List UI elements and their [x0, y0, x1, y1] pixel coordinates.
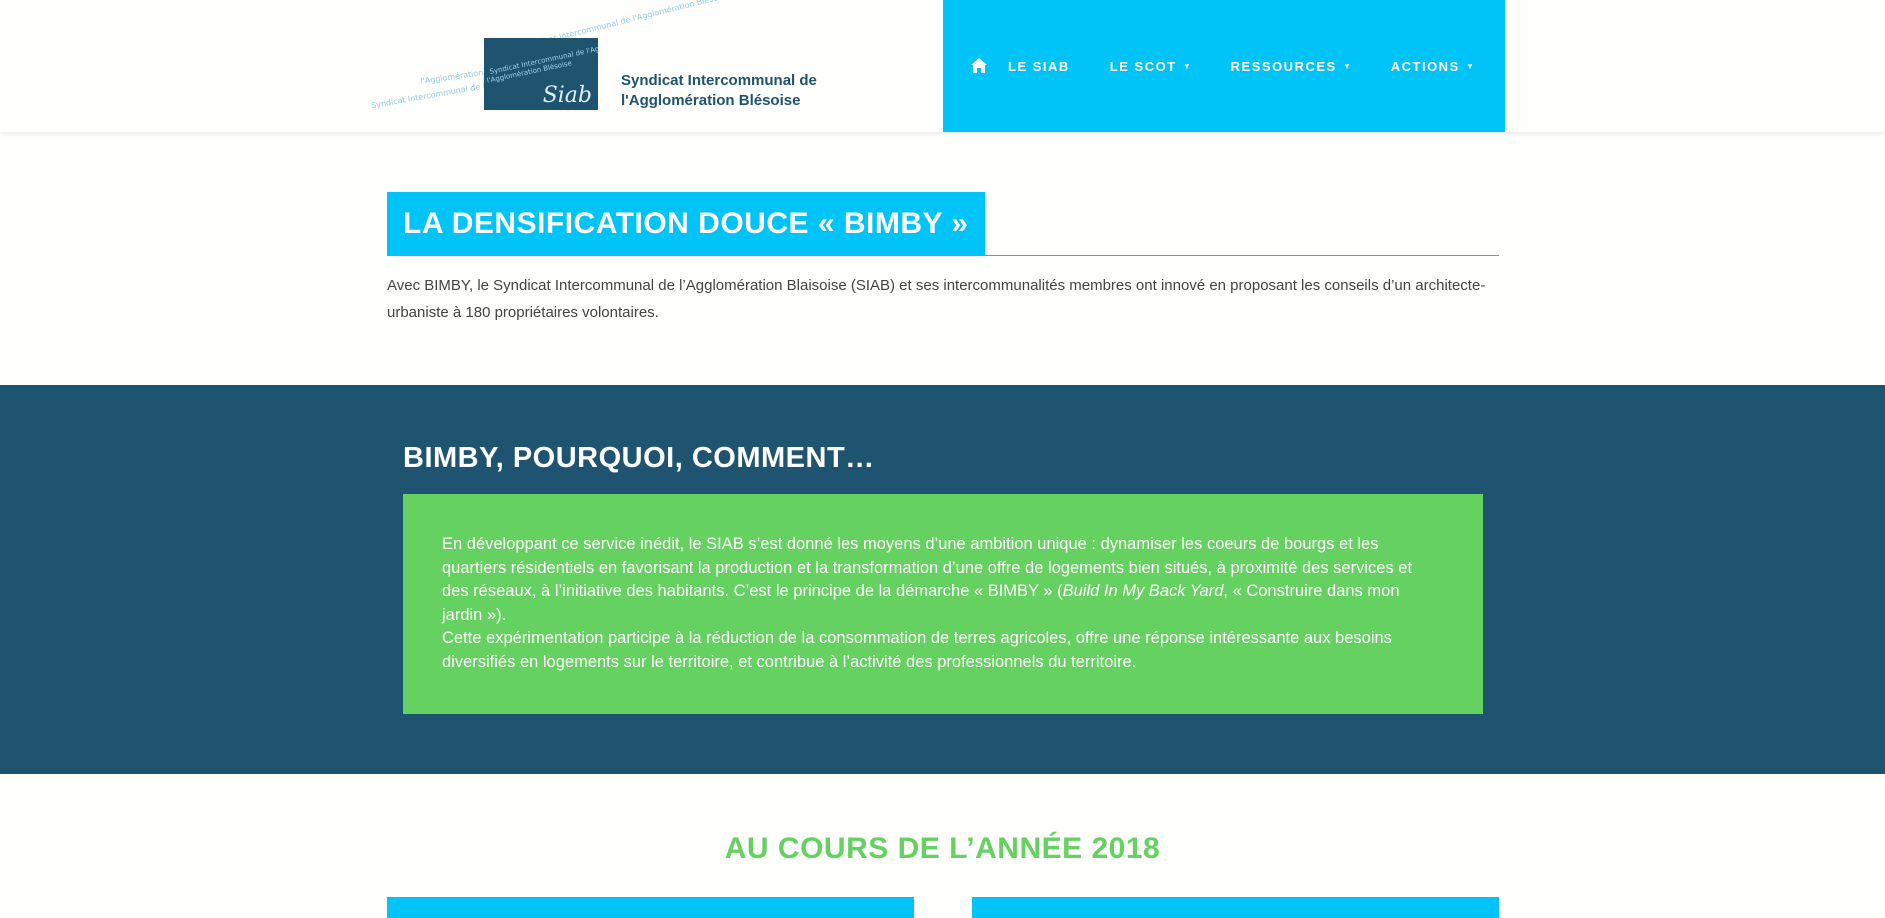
nav-item-label: LE SIAB [1008, 58, 1070, 74]
site-logo[interactable]: Syndicat Intercommunal de l'Agglomératio… [370, 0, 840, 123]
nav-item-label: ACTIONS [1390, 58, 1460, 74]
bimby-info-box: En développant ce service inédit, le SIA… [403, 494, 1483, 714]
main-nav: LE SIAB LE SCOT ▾ RESSOURCES ▾ ACTIONS ▾ [943, 0, 1505, 132]
caret-down-icon: ▾ [1184, 60, 1191, 71]
para1-italic: Build In My Back Yard [1062, 582, 1224, 601]
nav-item-label: LE SCOT [1109, 58, 1177, 74]
bimby-paragraph-2: Cette expérimentation participe à la réd… [442, 629, 1392, 671]
caret-down-icon: ▾ [1467, 60, 1474, 71]
nav-item-label: RESSOURCES [1230, 58, 1337, 74]
site-name-line1: Syndicat Intercommunal de [621, 72, 817, 89]
site-name-line2: l'Agglomération Blésoise [621, 92, 801, 109]
logo-script-text: Siab [542, 83, 592, 108]
section-title-2018: AU COURS DE L’ANNÉE 2018 [724, 832, 1161, 865]
card-right[interactable] [972, 897, 1499, 918]
nav-item-le-scot[interactable]: LE SCOT ▾ [1110, 59, 1191, 74]
logo-mark: Syndicat Intercommunal de l'Agglomératio… [484, 38, 598, 110]
page-title: LA DENSIFICATION DOUCE « BIMBY » [387, 192, 985, 256]
nav-item-le-siab[interactable]: LE SIAB [1008, 59, 1070, 74]
caret-down-icon: ▾ [1344, 60, 1351, 71]
bimby-paragraph-1: En développant ce service inédit, le SIA… [442, 533, 1435, 627]
site-header: Syndicat Intercommunal de l'Agglomératio… [0, 0, 1885, 132]
site-name[interactable]: Syndicat Intercommunal de l'Agglomératio… [621, 71, 817, 111]
nav-item-ressources[interactable]: RESSOURCES ▾ [1231, 59, 1351, 74]
card-left[interactable] [387, 897, 914, 918]
section-title-bimby: BIMBY, POURQUOI, COMMENT… [403, 442, 875, 474]
page-title-wrap: LA DENSIFICATION DOUCE « BIMBY » [387, 192, 1499, 256]
intro-paragraph: Avec BIMBY, le Syndicat Intercommunal de… [387, 277, 1486, 321]
nav-item-actions[interactable]: ACTIONS ▾ [1391, 59, 1474, 74]
